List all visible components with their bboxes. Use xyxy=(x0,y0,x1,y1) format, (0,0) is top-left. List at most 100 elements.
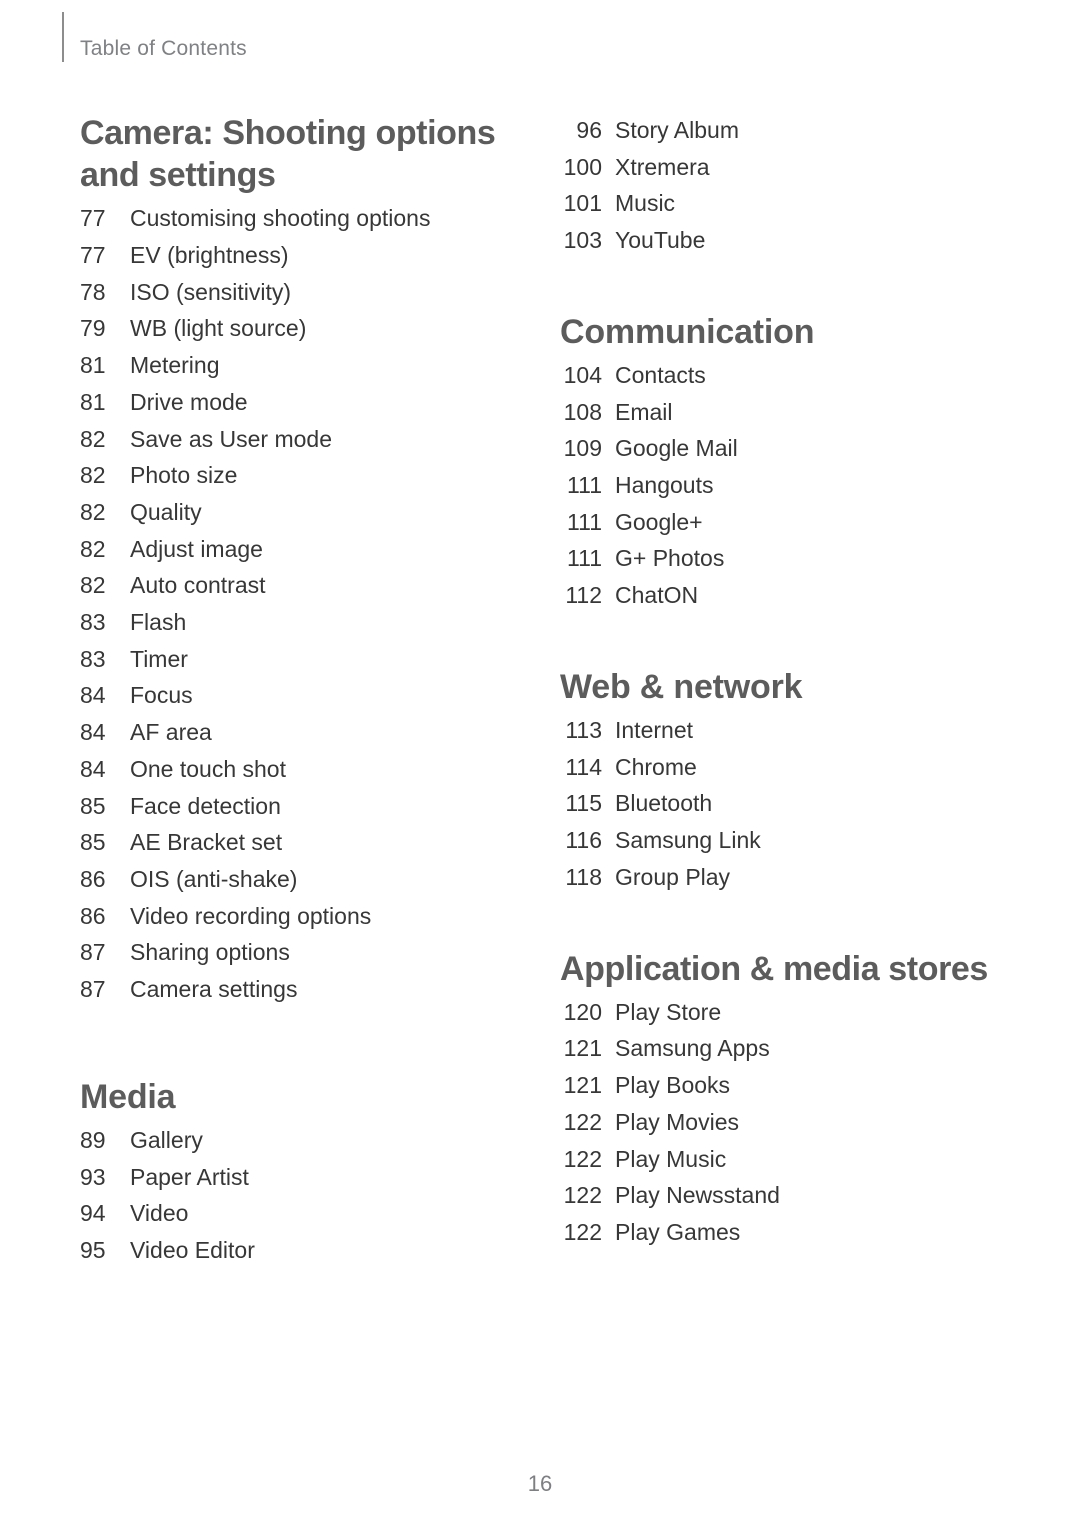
toc-entry[interactable]: 77 EV (brightness) xyxy=(80,237,500,274)
toc-entry[interactable]: 81 Metering xyxy=(80,347,500,384)
toc-entry-label: Paper Artist xyxy=(130,1163,249,1190)
toc-entry[interactable]: 100 Xtremera xyxy=(560,149,1000,186)
toc-entry[interactable]: 78 ISO (sensitivity) xyxy=(80,274,500,311)
toc-entry-page-number: 87 xyxy=(80,976,106,1003)
toc-entry-page-number: 114 xyxy=(565,753,602,780)
toc-entry[interactable]: 79 WB (light source) xyxy=(80,310,500,347)
toc-entry[interactable]: 84 AF area xyxy=(80,714,500,751)
toc-entry-label: YouTube xyxy=(615,227,706,254)
toc-entry[interactable]: 96 Story Album xyxy=(560,112,1000,149)
toc-entry[interactable]: 122 Play Newsstand xyxy=(560,1177,1000,1214)
toc-entry[interactable]: 86 OIS (anti-shake) xyxy=(80,861,500,898)
toc-entry[interactable]: 94 Video xyxy=(80,1195,500,1232)
toc-entry-page-number: 84 xyxy=(80,682,106,709)
toc-entry-page-number: 115 xyxy=(565,790,602,817)
toc-entry[interactable]: 82 Auto contrast xyxy=(80,567,500,604)
toc-entry[interactable]: 104 Contacts xyxy=(560,357,1000,394)
toc-entry-page-number: 111 xyxy=(567,472,602,499)
toc-entry-label: Flash xyxy=(130,609,187,636)
toc-entry[interactable]: 108 Email xyxy=(560,394,1000,431)
toc-entry-page-number: 86 xyxy=(80,902,106,929)
toc-section: Application & media stores 120 Play Store 1… xyxy=(560,948,1000,1251)
toc-entry[interactable]: 122 Play Games xyxy=(560,1214,1000,1251)
toc-entry[interactable]: 85 Face detection xyxy=(80,788,500,825)
toc-entry-label: G+ Photos xyxy=(615,545,725,572)
toc-entry[interactable]: 122 Play Music xyxy=(560,1141,1000,1178)
toc-entry-page-number: 118 xyxy=(565,863,602,890)
toc-entry-label: AF area xyxy=(130,719,212,746)
toc-entry-label: Camera settings xyxy=(130,976,298,1003)
toc-section-title: Media xyxy=(80,1077,176,1116)
toc-entry[interactable]: 112 ChatON xyxy=(560,577,1000,614)
toc-entry-page-number: 94 xyxy=(80,1200,106,1227)
toc-entry-page-number: 111 xyxy=(567,508,602,535)
toc-entry-label: Quality xyxy=(130,498,202,525)
toc-entry[interactable]: 111 Hangouts xyxy=(560,467,1000,504)
toc-entry[interactable]: 82 Adjust image xyxy=(80,531,500,568)
toc-entry-label: Timer xyxy=(130,645,188,672)
toc-entry[interactable]: 121 Play Books xyxy=(560,1067,1000,1104)
toc-entry[interactable]: 120 Play Store xyxy=(560,994,1000,1031)
toc-entry[interactable]: 103 YouTube xyxy=(560,222,1000,259)
toc-entry[interactable]: 77 Customising shooting options xyxy=(80,200,500,237)
toc-entry-label: Save as User mode xyxy=(130,425,332,452)
toc-entry[interactable]: 87 Camera settings xyxy=(80,971,500,1008)
toc-entry-page-number: 79 xyxy=(80,315,106,342)
toc-entry-label: Play Games xyxy=(615,1218,741,1245)
toc-entry[interactable]: 115 Bluetooth xyxy=(560,785,1000,822)
toc-entry[interactable]: 82 Photo size xyxy=(80,457,500,494)
toc-entry[interactable]: 111 Google+ xyxy=(560,504,1000,541)
toc-list: 120 Play Store 121 Samsung Apps 121 Play Book… xyxy=(560,994,1000,1251)
toc-entry[interactable]: 101 Music xyxy=(560,185,1000,222)
toc-entry[interactable]: 109 Google Mail xyxy=(560,430,1000,467)
toc-entry[interactable]: 82 Quality xyxy=(80,494,500,531)
toc-entry-page-number: 85 xyxy=(80,829,106,856)
toc-entry[interactable]: 83 Timer xyxy=(80,641,500,678)
toc-entry-page-number: 83 xyxy=(80,645,106,672)
toc-entry-page-number: 83 xyxy=(80,609,106,636)
page-number-folio: 16 xyxy=(527,1471,553,1496)
toc-entry-page-number: 120 xyxy=(563,998,602,1025)
toc-entry-page-number: 112 xyxy=(565,582,602,609)
toc-entry[interactable]: 95 Video Editor xyxy=(80,1232,500,1269)
toc-entry[interactable]: 116 Samsung Link xyxy=(560,822,1000,859)
toc-entry[interactable]: 84 One touch shot xyxy=(80,751,500,788)
toc-entry-label: Video Editor xyxy=(130,1237,255,1264)
toc-section: Web & network 113 Internet 114 Chrome 115 Blue… xyxy=(560,666,1000,896)
toc-entry-label: Bluetooth xyxy=(615,790,713,817)
toc-entry[interactable]: 81 Drive mode xyxy=(80,384,500,421)
toc-entry[interactable]: 114 Chrome xyxy=(560,749,1000,786)
toc-entry[interactable]: 111 G+ Photos xyxy=(560,540,1000,577)
toc-entry[interactable]: 121 Samsung Apps xyxy=(560,1030,1000,1067)
toc-entry-label: Play Movies xyxy=(615,1108,739,1135)
toc-column-right: 96 Story Album 100 Xtremera 101 Music 103 YouTu… xyxy=(560,112,1000,1251)
toc-entry[interactable]: 82 Save as User mode xyxy=(80,421,500,458)
toc-entry[interactable]: 113 Internet xyxy=(560,712,1000,749)
toc-section: Communication 104 Contacts 108 Email 109 Googl… xyxy=(560,311,1000,614)
toc-entry[interactable]: 85 AE Bracket set xyxy=(80,824,500,861)
toc-entry-page-number: 82 xyxy=(80,535,106,562)
toc-entry[interactable]: 93 Paper Artist xyxy=(80,1159,500,1196)
toc-entry[interactable]: 89 Gallery xyxy=(80,1122,500,1159)
toc-entry-page-number: 77 xyxy=(80,242,106,269)
toc-entry-label: Photo size xyxy=(130,462,238,489)
toc-entry-label: Play Newsstand xyxy=(615,1182,780,1209)
toc-entry[interactable]: 86 Video recording options xyxy=(80,898,500,935)
toc-entry-label: Play Store xyxy=(615,998,722,1025)
toc-entry[interactable]: 83 Flash xyxy=(80,604,500,641)
toc-entry-label: Video xyxy=(130,1200,189,1227)
toc-entry-page-number: 122 xyxy=(563,1182,602,1209)
toc-entry[interactable]: 84 Focus xyxy=(80,677,500,714)
toc-entry-label: Play Music xyxy=(615,1145,727,1172)
toc-entry[interactable]: 118 Group Play xyxy=(560,859,1000,896)
toc-list: 113 Internet 114 Chrome 115 Bluetooth 116 Samsu… xyxy=(560,712,1000,896)
toc-column-left: Camera: Shooting options and settings 77 C… xyxy=(80,112,500,1269)
toc-entry-label: Metering xyxy=(130,352,220,379)
toc-entry[interactable]: 87 Sharing options xyxy=(80,934,500,971)
toc-section-title: Communication xyxy=(560,312,815,351)
toc-entry-page-number: 84 xyxy=(80,755,106,782)
toc-entry[interactable]: 122 Play Movies xyxy=(560,1104,1000,1141)
toc-entry-page-number: 104 xyxy=(563,361,602,388)
toc-entry-page-number: 122 xyxy=(563,1145,602,1172)
